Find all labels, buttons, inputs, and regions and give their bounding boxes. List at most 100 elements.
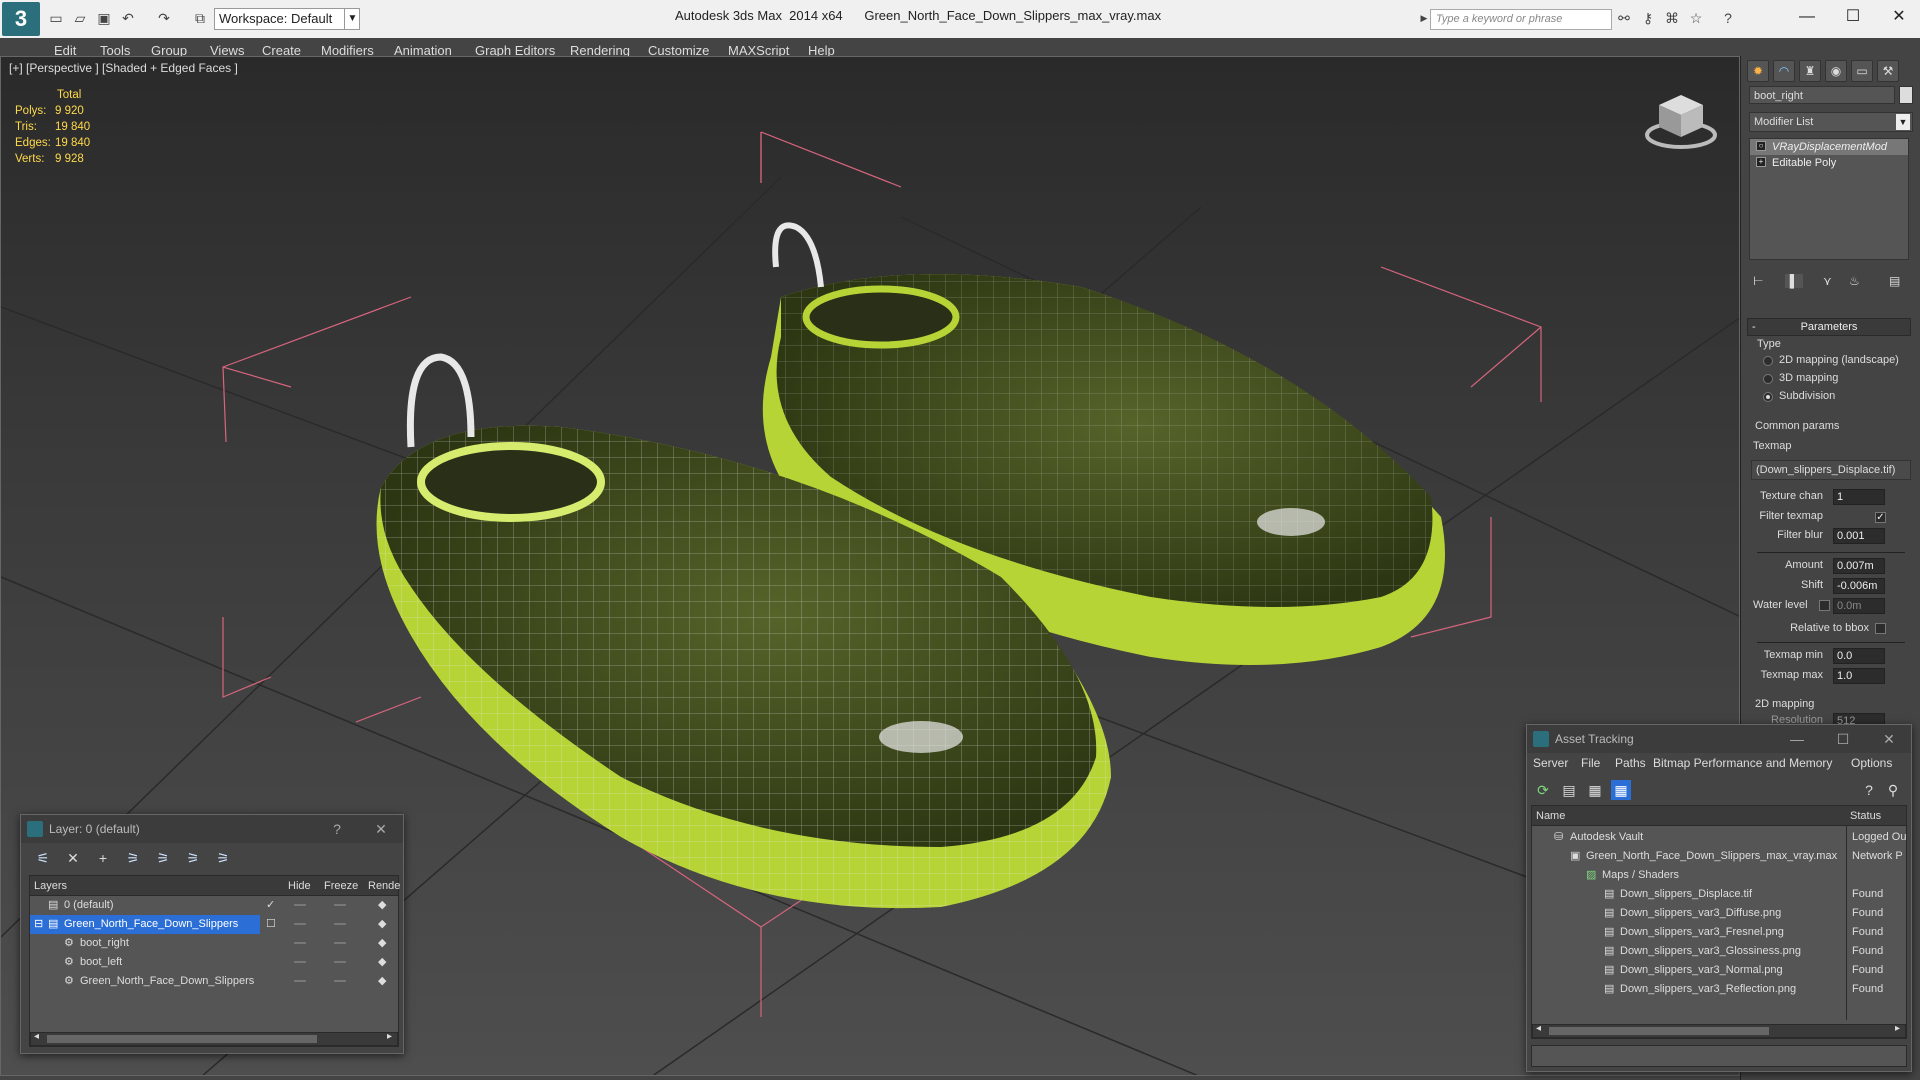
scroll-thumb[interactable] [47,1035,317,1043]
object-name-field[interactable]: boot_right [1749,86,1895,104]
configure-sets-icon[interactable]: ▤ [1889,274,1900,288]
table-view-icon[interactable]: ▦ [1611,780,1631,800]
col-hide[interactable]: Hide [288,876,311,896]
collapse-icon[interactable]: ⊟ [34,915,43,934]
add-to-layer-icon[interactable]: + [93,848,113,868]
layer-row[interactable]: ⊟ ▤ Green_North_Face_Down_Slippers ☐ ◆ [30,915,398,934]
hide-toggle[interactable] [294,961,306,963]
texture-chan-spinner[interactable]: 1 [1833,489,1885,505]
search-input[interactable]: Type a keyword or phrase [1430,9,1612,30]
render-teapot-icon[interactable]: ◆ [378,896,386,915]
star-icon[interactable]: ☆ [1688,10,1704,26]
asset-window-titlebar[interactable]: Asset Tracking — ☐ ✕ [1527,725,1911,753]
app-logo-icon[interactable]: 3 [2,2,40,36]
asset-row[interactable]: ▤ Down_slippers_Displace.tif Found [1532,885,1906,904]
undo-icon[interactable]: ↶ [120,10,136,26]
hide-toggle[interactable] [294,904,306,906]
modifier-list-dropdown[interactable]: Modifier List ▼ [1749,112,1913,132]
asset-row[interactable]: ▣ Green_North_Face_Down_Slippers_max_vra… [1532,847,1906,866]
shift-spinner[interactable]: -0.006m [1833,578,1885,594]
hide-toggle[interactable] [294,923,306,925]
filter-texmap-checkbox[interactable]: ✓ [1875,512,1886,523]
key-icon[interactable]: ⚷ [1640,10,1656,26]
asset-row[interactable]: ⛁ Autodesk Vault Logged Ou [1532,828,1906,847]
active-checkmark-icon[interactable]: ✓ [266,896,275,915]
asset-row[interactable]: ▤ Down_slippers_var3_Reflection.png Foun… [1532,980,1906,999]
hide-all-icon[interactable]: ⚞ [183,848,203,868]
col-render[interactable]: Rende [368,876,400,896]
make-unique-icon[interactable]: ⋎ [1823,274,1832,288]
asset-menu-options[interactable]: Options [1851,756,1892,770]
create-tab-icon[interactable]: ✹ [1747,60,1769,82]
save-icon[interactable]: ▣ [96,10,112,26]
context-help-icon[interactable]: ⚲ [1883,780,1903,800]
redo-icon[interactable]: ↷ [156,10,172,26]
layer-row[interactable]: ⚙ boot_right ◆ [30,934,398,953]
refresh-icon[interactable]: ⟳ [1533,780,1553,800]
layer-row[interactable]: ⚙ boot_left ◆ [30,953,398,972]
scroll-left-icon[interactable]: ◂ [34,1031,39,1042]
minimize-button[interactable]: — [1784,2,1830,32]
filter-blur-spinner[interactable]: 0.001 [1833,528,1885,544]
freeze-toggle[interactable] [334,980,346,982]
scroll-right-icon[interactable]: ▸ [387,1031,392,1042]
scroll-right-icon[interactable]: ▸ [1895,1023,1900,1034]
relative-bbox-checkbox[interactable] [1875,623,1886,634]
asset-menu-file[interactable]: File [1581,756,1600,770]
modifier-stack[interactable]: ○ VRayDisplacementMod + Editable Poly [1749,138,1909,260]
help-button[interactable]: ? [317,815,357,843]
freeze-toggle[interactable] [334,942,346,944]
water-level-spinner[interactable]: 0.0m [1833,598,1885,614]
help-icon[interactable]: ? [1720,10,1736,26]
freeze-toggle[interactable] [334,961,346,963]
asset-path-field[interactable] [1531,1045,1907,1067]
minimize-button[interactable]: — [1777,725,1817,753]
show-end-result-icon[interactable]: ▌ [1785,274,1803,288]
remove-modifier-icon[interactable]: ♨ [1849,274,1860,288]
freeze-toggle[interactable] [334,904,346,906]
close-button[interactable]: ✕ [1869,725,1909,753]
viewport-label[interactable]: [+] [Perspective ] [Shaded + Edged Faces… [9,61,238,75]
binoculars-icon[interactable]: ⚯ [1616,10,1632,26]
col-freeze[interactable]: Freeze [324,876,358,896]
communication-icon[interactable]: ⌘ [1664,10,1680,26]
layer-row[interactable]: ▤ 0 (default) ✓ ◆ [30,896,398,915]
asset-row[interactable]: ▤ Down_slippers_var3_Normal.png Found [1532,961,1906,980]
asset-row[interactable]: ▤ Down_slippers_var3_Diffuse.png Found [1532,904,1906,923]
motion-tab-icon[interactable]: ◉ [1825,60,1847,82]
help-icon[interactable]: ? [1859,780,1879,800]
freeze-toggle[interactable] [334,923,346,925]
texmap-button[interactable]: (Down_slippers_Displace.tif) [1751,460,1911,480]
viewcube-icon[interactable] [1641,87,1721,157]
stack-item-editable-poly[interactable]: + Editable Poly [1750,155,1908,171]
hide-toggle[interactable] [294,980,306,982]
radio-3d-mapping[interactable] [1763,374,1773,384]
asset-menu-bitmap[interactable]: Bitmap Performance and Memory [1653,756,1832,770]
radio-2d-mapping[interactable] [1763,356,1773,366]
asset-list[interactable]: Name Status ⛁ Autodesk Vault Logged Ou ▣… [1531,805,1907,1039]
maximize-button[interactable]: ☐ [1830,2,1876,32]
modify-tab-icon[interactable]: ◠ [1773,60,1795,82]
asset-row[interactable]: ▤ Down_slippers_var3_Fresnel.png Found [1532,923,1906,942]
horizontal-scrollbar[interactable]: ◂ ▸ [30,1031,398,1046]
hide-toggle[interactable] [294,942,306,944]
open-file-icon[interactable]: ▱ [72,10,88,26]
horizontal-scrollbar[interactable]: ◂ ▸ [1532,1023,1906,1038]
stack-item-vray-displacement[interactable]: ○ VRayDisplacementMod [1750,139,1908,155]
delete-layer-icon[interactable]: ✕ [63,848,83,868]
asset-menu-paths[interactable]: Paths [1615,756,1646,770]
display-tab-icon[interactable]: ▭ [1851,60,1873,82]
workspace-dropdown[interactable]: Workspace: Default [214,8,360,30]
create-layer-icon[interactable]: ⚟ [33,848,53,868]
list-view-icon[interactable]: ▤ [1559,780,1579,800]
expand-plus-icon[interactable]: + [1756,157,1766,167]
new-file-icon[interactable]: ▭ [48,10,64,26]
scroll-thumb[interactable] [1549,1027,1769,1035]
active-box-icon[interactable]: ☐ [266,915,276,934]
chevron-down-icon[interactable]: ▼ [344,8,360,30]
select-objects-icon[interactable]: ⚞ [123,848,143,868]
chevron-down-icon[interactable]: ▼ [1896,114,1910,130]
render-teapot-icon[interactable]: ◆ [378,934,386,953]
layer-row[interactable]: ⚙ Green_North_Face_Down_Slippers ◆ [30,972,398,991]
asset-row[interactable]: ▨ Maps / Shaders [1532,866,1906,885]
